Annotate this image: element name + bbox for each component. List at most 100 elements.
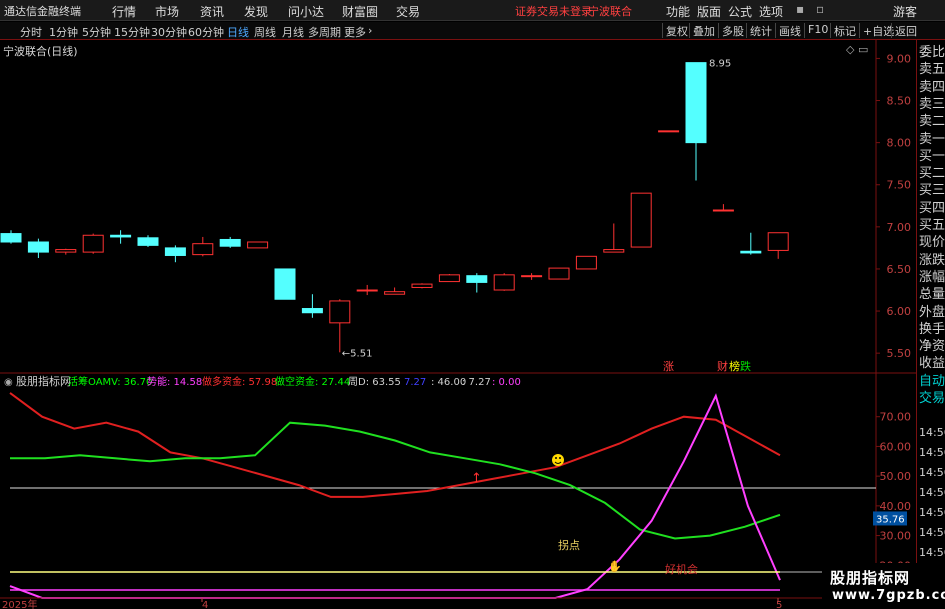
skin-icon[interactable]: ▫ (816, 2, 824, 16)
period-1min[interactable]: 1分钟 (49, 24, 78, 40)
period-60min[interactable]: 60分钟 (188, 24, 224, 40)
tick-time: 14:56 (919, 546, 945, 559)
period-multi[interactable]: 多周期 (308, 24, 341, 40)
hand-icon: ✋ (608, 560, 622, 573)
side-panel-item[interactable]: 买四 (919, 200, 945, 217)
candle-body (685, 62, 707, 144)
period-15min[interactable]: 15分钟 (114, 24, 150, 40)
side-panel-item[interactable]: 收益 (919, 355, 945, 372)
side-panel-item[interactable]: 卖五 (919, 61, 945, 78)
btn-back[interactable]: 返回 (891, 23, 920, 38)
btn-overlay[interactable]: 叠加 (689, 23, 718, 38)
btn-draw[interactable]: 画线 (775, 23, 804, 38)
guest-label[interactable]: 游客 (893, 3, 917, 20)
side-panel-item[interactable]: 卖四 (919, 79, 945, 96)
menu-quotes[interactable]: 行情 (112, 3, 136, 20)
menu-function[interactable]: 功能 (666, 3, 690, 20)
stock-period-label: 宁波联合(日线) (3, 45, 78, 58)
candle-body (82, 234, 104, 253)
up-arrow-marker: ↑ (471, 471, 482, 486)
indicator-value-label: 势能: 14.58 (147, 375, 202, 388)
menu-options[interactable]: 选项 (759, 3, 783, 20)
login-warning[interactable]: 证券交易未登录 (515, 3, 592, 19)
side-panel-item[interactable]: 净资 (919, 338, 945, 355)
side-panel-item[interactable]: 自动 (919, 373, 945, 390)
btn-f10[interactable]: F10 (804, 23, 831, 38)
x-axis-label: 4 (202, 600, 208, 609)
side-panel-item[interactable]: 买三 (919, 182, 945, 199)
candle-body (548, 267, 570, 280)
price-tick-label: 9.00 (887, 52, 912, 65)
side-panel-item[interactable]: 交易 (919, 390, 945, 407)
candle-body (603, 249, 625, 253)
menu-wealth-circle[interactable]: 财富圈 (342, 3, 378, 20)
menu-formula[interactable]: 公式 (728, 3, 752, 20)
indicator-value-label: 做多资金: 57.98 (202, 375, 277, 388)
menu-trade[interactable]: 交易 (396, 3, 420, 20)
side-panel-item[interactable]: 现价 (919, 234, 945, 251)
side-panel-item[interactable]: 委比 (919, 44, 945, 61)
side-panel-item[interactable]: 卖二 (919, 113, 945, 130)
price-tick-label: 6.50 (887, 263, 912, 276)
chart-canvas[interactable]: 9.00 8.50 8.00 7.50 7.00 6.50 6.00 5.50 8.95 ←5.5… (0, 40, 916, 609)
app-name: 通达信金融终端 (4, 5, 81, 18)
side-panel-item[interactable]: 涨跌 (919, 252, 945, 269)
menu-ask[interactable]: 问小达 (288, 3, 324, 20)
price-tick-label: 8.00 (887, 137, 912, 150)
current-value-text: 35.76 (876, 514, 905, 525)
low-price-label: ←5.51 (342, 348, 373, 359)
period-5min[interactable]: 5分钟 (82, 24, 111, 40)
candle-body (27, 241, 49, 253)
btn-mark[interactable]: 标记 (830, 23, 859, 38)
price-tick-label: 7.00 (887, 221, 912, 234)
indicator-value-label: : 46.00 (431, 377, 466, 388)
side-panel-item[interactable]: 总量 (919, 286, 945, 303)
side-panel-item[interactable]: 涨幅 (919, 269, 945, 286)
indicator-value-label: 活筹OAMV: 36.70 (68, 375, 152, 388)
side-panel-item[interactable]: 换手 (919, 321, 945, 338)
indicator-value-label: 周D: 63.55 (348, 376, 401, 388)
candle-body (356, 289, 378, 292)
side-panel-item[interactable]: 买一 (919, 148, 945, 165)
candle-body (740, 250, 762, 254)
candle-body (55, 249, 77, 253)
candle-body (301, 308, 323, 314)
event-marker: 财 (717, 359, 728, 373)
candle-body (767, 232, 789, 251)
price-tick-label: 8.50 (887, 95, 912, 108)
smiley-icon (552, 454, 564, 466)
indicator-value-label: 7.27 (404, 377, 426, 388)
candle-body (658, 130, 680, 133)
candle-body (466, 275, 488, 283)
side-panel-item[interactable]: 买二 (919, 165, 945, 182)
side-panel-item[interactable]: 卖三 (919, 96, 945, 113)
side-panel-item[interactable]: 卖一 (919, 131, 945, 148)
short-capital-line (10, 421, 781, 540)
btn-multi-stock[interactable]: 多股 (718, 23, 747, 38)
period-weekly[interactable]: 周线 (254, 24, 276, 40)
menu-news[interactable]: 资讯 (200, 3, 224, 20)
quote-side-panel: 委比 卖五 卖四 卖三 卖二 卖一 买一 买二 买三 买四 买五 现价 涨跌 涨幅 总量 外盘 换手 净资 收益 自动… (916, 40, 945, 609)
period-more[interactable]: 更多 (344, 24, 366, 40)
settings-icon[interactable]: ▪ (796, 2, 804, 16)
menu-layout[interactable]: 版面 (697, 3, 721, 20)
chevron-right-icon[interactable]: › (368, 24, 372, 37)
tick-time: 14:56 (919, 526, 945, 539)
btn-adjust[interactable]: 复权 (662, 23, 691, 38)
side-panel-item[interactable]: 买五 (919, 217, 945, 234)
kline-chart: 9.00 8.50 8.00 7.50 7.00 6.50 6.00 5.50 8.95 ←5.5… (0, 40, 916, 609)
title-bar: 通达信金融终端 行情 市场 资讯 发现 问小达 财富圈 交易 证券交易未登录 宁… (0, 0, 945, 21)
btn-stats[interactable]: 统计 (746, 23, 775, 38)
candle-body (192, 243, 214, 256)
menu-market[interactable]: 市场 (155, 3, 179, 20)
indicator-tick-label: 30.00 (880, 530, 912, 543)
menu-discover[interactable]: 发现 (244, 3, 268, 20)
chart-control-icons[interactable]: ◇ ▭ (846, 43, 868, 56)
period-daily[interactable]: 日线 (227, 24, 249, 40)
side-panel-item[interactable]: 外盘 (919, 304, 945, 321)
indicator-value-label: 做空资金: 27.44 (275, 375, 350, 388)
candle-body (219, 238, 241, 247)
period-monthly[interactable]: 月线 (282, 24, 304, 40)
period-30min[interactable]: 30分钟 (151, 24, 187, 40)
period-tick[interactable]: 分时 (20, 24, 42, 40)
